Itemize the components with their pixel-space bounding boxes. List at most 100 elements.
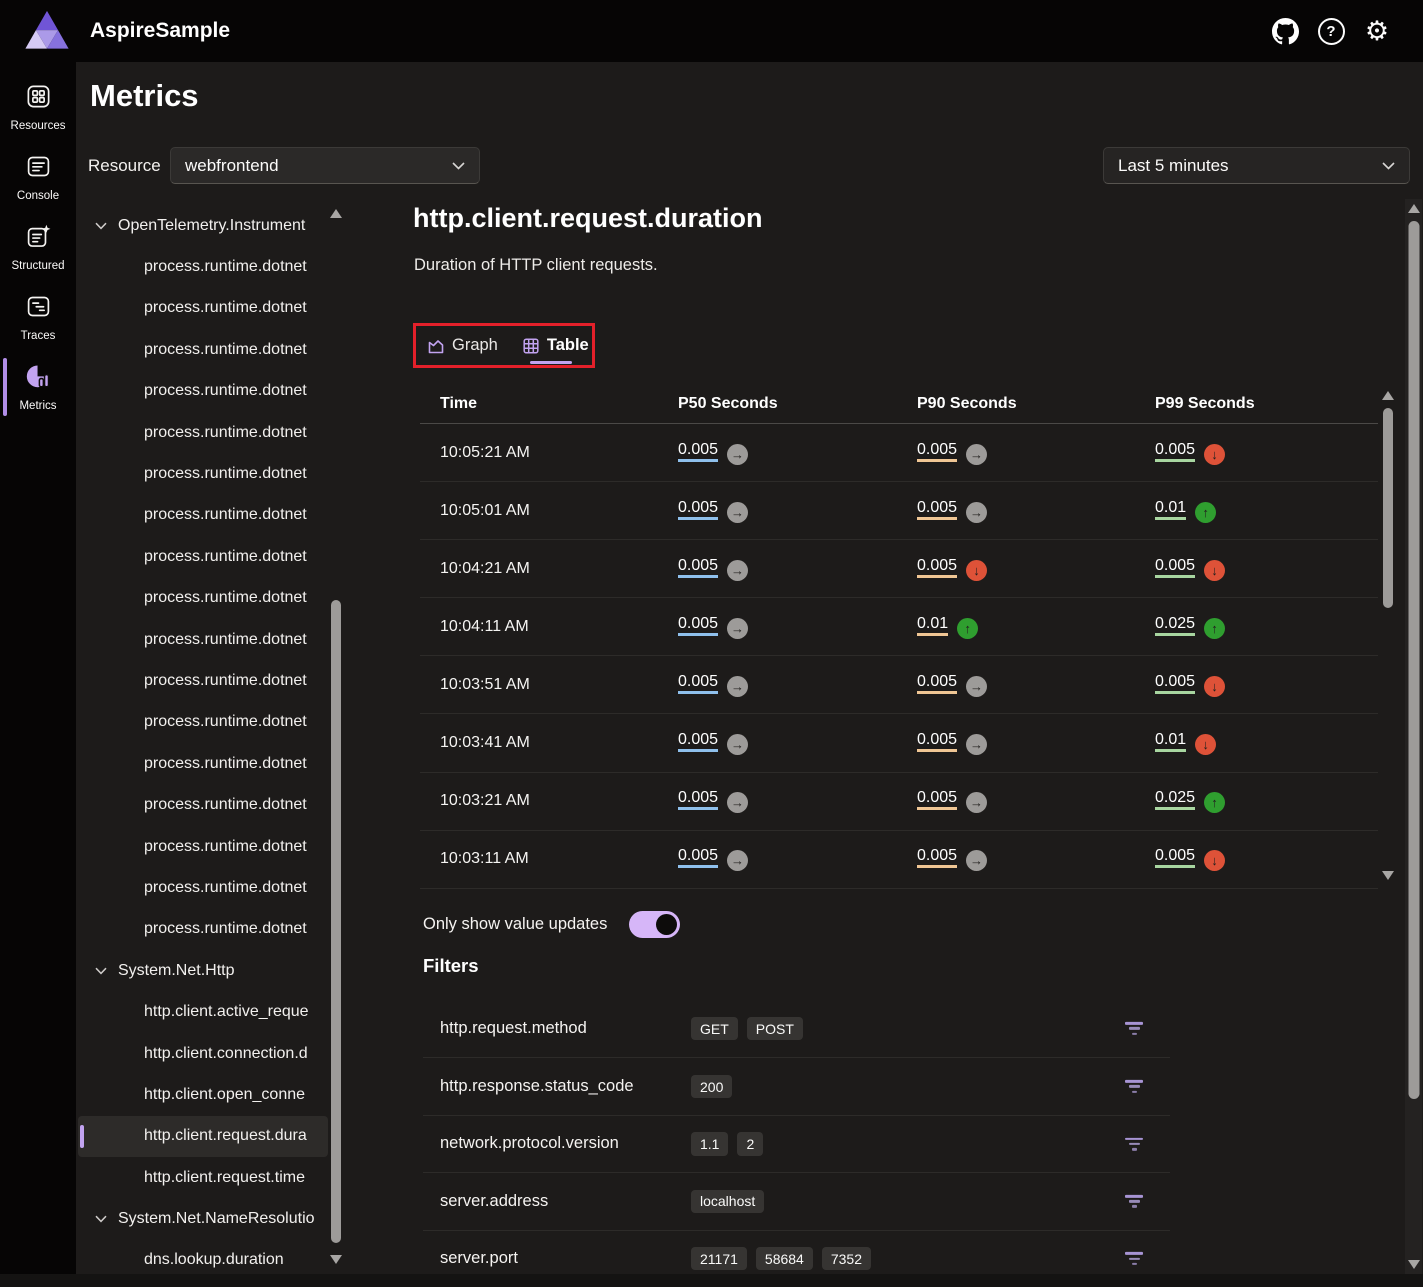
metric-value-link[interactable]: 0.005	[678, 557, 718, 578]
trend-flat-icon: →	[727, 676, 748, 697]
scroll-down-arrow[interactable]	[1382, 871, 1394, 880]
tab-graph[interactable]: Graph	[427, 336, 498, 355]
metric-value-link[interactable]: 0.005	[917, 731, 957, 752]
metric-value-link[interactable]: 0.005	[678, 499, 718, 520]
metric-value-link[interactable]: 0.005	[917, 673, 957, 694]
tree-item-label: http.client.connection.d	[144, 1045, 308, 1063]
tree-item-process.runtime.dotnet[interactable]: process.runtime.dotnet	[78, 246, 328, 287]
tree-item-http.client.request.time[interactable]: http.client.request.time	[78, 1157, 328, 1198]
tree-item-process.runtime.dotnet[interactable]: process.runtime.dotnet	[78, 702, 328, 743]
filter-icon[interactable]	[1124, 1192, 1144, 1210]
metric-value-link[interactable]: 0.005	[917, 847, 957, 868]
metric-value-link[interactable]: 0.005	[1155, 441, 1195, 462]
tree-item-label: process.runtime.dotnet	[144, 755, 307, 773]
scroll-up-arrow[interactable]	[330, 209, 342, 218]
help-icon[interactable]: ?	[1315, 15, 1347, 47]
p90-cell: 0.005↓	[917, 557, 987, 581]
scroll-up-arrow[interactable]	[1382, 391, 1394, 400]
tree-item-http.client.request.dura[interactable]: http.client.request.dura	[78, 1116, 328, 1157]
filter-icon[interactable]	[1124, 1078, 1144, 1096]
tree-item-process.runtime.dotnet[interactable]: process.runtime.dotnet	[78, 329, 328, 370]
metric-value-link[interactable]: 0.005	[1155, 847, 1195, 868]
tree-item-process.runtime.dotnet[interactable]: process.runtime.dotnet	[78, 495, 328, 536]
filter-icon[interactable]	[1124, 1250, 1144, 1268]
tree-item-http.client.active_reque[interactable]: http.client.active_reque	[78, 991, 328, 1032]
scrollbar-thumb[interactable]	[331, 600, 341, 1243]
tree-item-process.runtime.dotnet[interactable]: process.runtime.dotnet	[78, 743, 328, 784]
tree-item-process.runtime.dotnet[interactable]: process.runtime.dotnet	[78, 536, 328, 577]
metric-value-link[interactable]: 0.005	[917, 441, 957, 462]
filter-icon[interactable]	[1124, 1020, 1144, 1038]
scroll-down-arrow[interactable]	[330, 1255, 342, 1264]
tree-item-dns.lookup.duration[interactable]: dns.lookup.duration	[78, 1240, 328, 1274]
scrollbar-thumb[interactable]	[1408, 221, 1419, 1099]
p99-cell: 0.005↓	[1155, 847, 1225, 871]
tree-item-process.runtime.dotnet[interactable]: process.runtime.dotnet	[78, 867, 328, 908]
metric-value-link[interactable]: 0.025	[1155, 789, 1195, 810]
metric-value-link[interactable]: 0.01	[1155, 499, 1186, 520]
tree-item-http.client.open_conne[interactable]: http.client.open_conne	[78, 1074, 328, 1115]
tree-group-System.Net.Http[interactable]: System.Net.Http	[78, 950, 328, 991]
tree-item-process.runtime.dotnet[interactable]: process.runtime.dotnet	[78, 288, 328, 329]
tree-item-process.runtime.dotnet[interactable]: process.runtime.dotnet	[78, 784, 328, 825]
sidebar-item-structured[interactable]: Structured	[0, 212, 76, 282]
tab-table[interactable]: Table	[522, 336, 589, 355]
metric-value-link[interactable]: 0.005	[678, 673, 718, 694]
metric-value-link[interactable]: 0.005	[917, 789, 957, 810]
metric-value-link[interactable]: 0.005	[1155, 557, 1195, 578]
tree-item-process.runtime.dotnet[interactable]: process.runtime.dotnet	[78, 453, 328, 494]
tree-item-process.runtime.dotnet[interactable]: process.runtime.dotnet	[78, 412, 328, 453]
only-show-value-updates-toggle[interactable]	[629, 911, 680, 938]
metric-value-link[interactable]: 0.005	[678, 789, 718, 810]
time-range-select[interactable]: Last 5 minutes	[1103, 147, 1410, 184]
metric-value-link[interactable]: 0.005	[1155, 673, 1195, 694]
metric-value-link[interactable]: 0.01	[1155, 731, 1186, 752]
tree-item-http.client.connection.d[interactable]: http.client.connection.d	[78, 1033, 328, 1074]
p50-cell: 0.005 →	[678, 673, 748, 697]
sidebar-item-traces[interactable]: Traces	[0, 282, 76, 352]
metric-value-link[interactable]: 0.005	[917, 557, 957, 578]
sidebar-item-resources[interactable]: Resources	[0, 72, 76, 142]
trend-flat-icon: →	[966, 444, 987, 465]
tree-group-OpenTelemetry.Instrument[interactable]: OpenTelemetry.Instrument	[78, 205, 328, 246]
tree-item-process.runtime.dotnet[interactable]: process.runtime.dotnet	[78, 371, 328, 412]
tree-item-process.runtime.dotnet[interactable]: process.runtime.dotnet	[78, 660, 328, 701]
metric-value-link[interactable]: 0.005	[678, 615, 718, 636]
filter-value-badge: GET	[691, 1017, 738, 1040]
table-header: TimeP50 SecondsP90 SecondsP99 Seconds	[420, 385, 1378, 424]
settings-gear-icon[interactable]: ⚙	[1361, 15, 1393, 47]
tree-item-process.runtime.dotnet[interactable]: process.runtime.dotnet	[78, 619, 328, 660]
scroll-up-arrow[interactable]	[1408, 204, 1420, 213]
metric-value-link[interactable]: 0.01	[917, 615, 948, 636]
chevron-down-icon	[95, 1215, 107, 1223]
sidebar-item-metrics[interactable]: Metrics	[0, 352, 76, 422]
metric-value-link[interactable]: 0.005	[678, 847, 718, 868]
time-cell: 10:04:21 AM	[440, 560, 530, 578]
scroll-down-arrow[interactable]	[1408, 1260, 1420, 1269]
p99-cell: 0.025↑	[1155, 615, 1225, 639]
filter-icon[interactable]	[1124, 1135, 1144, 1153]
tree-group-System.Net.NameResolutio[interactable]: System.Net.NameResolutio	[78, 1198, 328, 1239]
table-row: 10:05:01 AM0.005→0.005→0.01↑	[420, 482, 1378, 540]
time-cell: 10:05:01 AM	[440, 502, 530, 520]
tree-item-process.runtime.dotnet[interactable]: process.runtime.dotnet	[78, 578, 328, 619]
resource-select[interactable]: webfrontend	[170, 147, 480, 184]
p50-cell: 0.005→	[678, 789, 748, 813]
p90-cell: 0.005→	[917, 789, 987, 813]
trend-up-icon: ↑	[1204, 792, 1225, 813]
filter-value-badge: 58684	[756, 1247, 813, 1270]
github-icon[interactable]	[1269, 15, 1301, 47]
tree-item-process.runtime.dotnet[interactable]: process.runtime.dotnet	[78, 909, 328, 950]
metric-value-link[interactable]: 0.025	[1155, 615, 1195, 636]
app-title: AspireSample	[90, 0, 230, 62]
p99-cell: 0.01↓	[1155, 731, 1216, 755]
metric-value-link[interactable]: 0.005	[917, 499, 957, 520]
sidebar-item-console[interactable]: Console	[0, 142, 76, 212]
p90-cell: 0.005→	[917, 847, 987, 871]
time-cell: 10:05:21 AM	[440, 444, 530, 462]
metric-value-link[interactable]: 0.005	[678, 441, 718, 462]
metric-value-link[interactable]: 0.005	[678, 731, 718, 752]
sidebar-item-label: Traces	[21, 330, 56, 342]
tree-item-process.runtime.dotnet[interactable]: process.runtime.dotnet	[78, 826, 328, 867]
scrollbar-thumb[interactable]	[1383, 408, 1393, 608]
